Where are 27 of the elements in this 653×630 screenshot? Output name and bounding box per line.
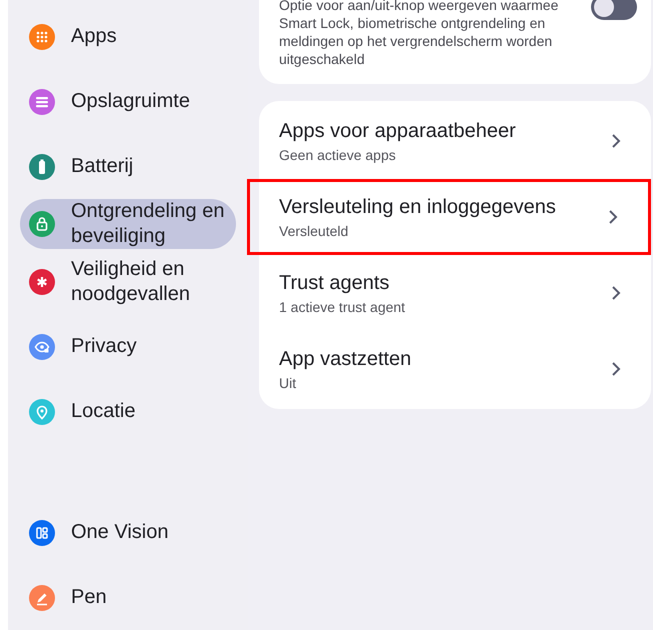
chevron-right-icon — [608, 209, 618, 225]
item-subtitle: Geen actieve apps — [279, 146, 397, 164]
chevron-right-icon — [611, 361, 621, 377]
item-subtitle: 1 actieve trust agent — [279, 298, 406, 316]
sidebar-item[interactable]: Pen — [20, 565, 236, 630]
settings-item[interactable]: Apps voor apparaatbeheer Geen actieve apps — [259, 103, 651, 179]
sidebar-item[interactable]: Privacy — [20, 314, 236, 379]
sidebar-item[interactable]: Ontgrendeling en beveiliging — [20, 199, 236, 249]
chevron-right-icon — [611, 133, 621, 149]
chevron-right-icon — [611, 285, 621, 301]
sidebar-item[interactable]: Apps — [20, 4, 236, 69]
settings-item[interactable]: Trust agents 1 actieve trust agent — [259, 255, 651, 331]
sidebar-item[interactable]: One Vision — [20, 500, 236, 565]
item-subtitle: Versleuteld — [279, 222, 350, 240]
settings-item[interactable]: Versleuteling en inloggegevens Versleuteld — [247, 179, 651, 255]
sidebar-item[interactable]: Locatie — [20, 379, 236, 444]
item-title: Versleuteling en inloggegevens — [279, 194, 556, 218]
item-subtitle: Uit — [279, 374, 298, 392]
toggle-switch[interactable] — [591, 0, 637, 20]
settings-item[interactable]: App vastzetten Uit — [259, 331, 651, 407]
sidebar-item[interactable]: Veiligheid en noodgevallen — [20, 249, 236, 314]
setting-description: Optie voor aan/uit-knop weergeven waarmee Smart Lock, biometrische ontgrendeling en meldingen op het vergrendelscherm worden uitgeschakeld — [279, 0, 560, 68]
sidebar-item[interactable]: Batterij — [20, 134, 236, 199]
item-title: Apps voor apparaatbeheer — [279, 118, 516, 142]
sidebar-item[interactable]: Opslagruimte — [20, 69, 236, 134]
item-title: Trust agents — [279, 270, 390, 294]
item-title: App vastzetten — [279, 346, 412, 370]
